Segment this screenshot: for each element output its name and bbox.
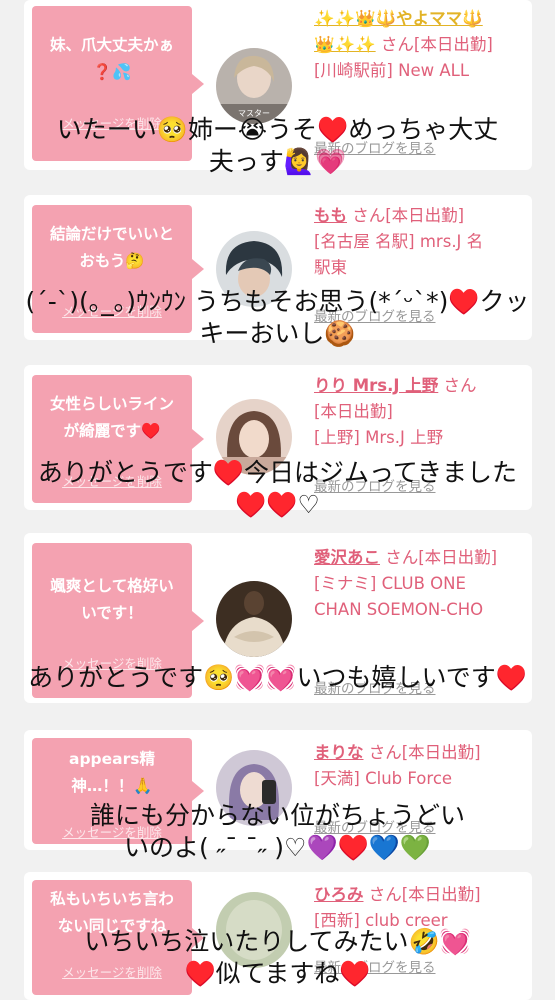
avatar[interactable] <box>216 581 292 657</box>
reply-caption: 誰にも分からない位がちょうどい いのよ( ˶ˉ ˉ˶ )♡💜♥️💙💚 <box>89 801 465 862</box>
reply-caption: ありがとうです🥺💓💓いつも嬉しいです♥️ <box>28 663 527 692</box>
reply-caption: いたーい🥺姉ー😭うそ♥️めっちゃ大丈 夫っす🙋‍♀️💗 <box>56 115 499 176</box>
cast-location: [ミナミ] CLUB ONE CHAN SOEMON-CHO <box>314 574 484 619</box>
cast-location: [上野] Mrs.J 上野 <box>314 428 444 447</box>
cast-status: さん[本日出勤] <box>368 743 481 762</box>
cast-status: さん[本日出勤] <box>380 35 493 54</box>
message-text: 結論だけでいいと おもう🤔 <box>49 225 174 270</box>
cast-status: さん[本日出勤] <box>352 206 465 225</box>
message-text: 妹、爪大丈夫かぁ ❓💦 <box>49 36 174 81</box>
reply-caption: いちいち泣いたりしてみたい🤣💓 ♥️似てますね♥️ <box>84 927 471 988</box>
cast-name-link[interactable]: りり Mrs.J 上野 <box>314 376 438 395</box>
cast-name-link[interactable]: まりな <box>314 743 364 762</box>
reply-caption: ありがとうです♥️今日はジムってきました ♥️♥️♡ <box>37 458 518 519</box>
message-text: appears精 神…！！🙏 <box>69 750 155 795</box>
cast-info: もも さん[本日出勤] [名古屋 名駅] mrs.J 名 駅東 <box>314 203 534 281</box>
cast-status: さん[本日出勤] <box>385 548 498 567</box>
cast-location: [名古屋 名駅] mrs.J 名 駅東 <box>314 232 484 277</box>
cast-status: さん[本日出勤] <box>368 885 481 904</box>
cast-info: りり Mrs.J 上野 さん [本日出勤] [上野] Mrs.J 上野 <box>314 373 534 451</box>
message-text: 女性らしいライン が綺麗です♥️ <box>49 395 174 440</box>
message-text: 颯爽として格好い いです！ <box>50 577 174 622</box>
cast-info: ✨✨👑🔱やよママ🔱 👑✨✨ さん[本日出勤] [川崎駅前] New ALL <box>314 6 534 84</box>
cast-location: [川崎駅前] New ALL <box>314 61 470 80</box>
cast-info: まりな さん[本日出勤] [天満] Club Force <box>314 740 534 792</box>
cast-name-link[interactable]: 愛沢あこ <box>314 548 380 567</box>
cast-name-link[interactable]: ひろみ <box>314 885 364 904</box>
cast-location: [天満] Club Force <box>314 769 453 788</box>
cast-name-link[interactable]: もも <box>314 206 347 225</box>
reply-caption: (ˊ-ˋ)(｡_｡)ｳﾝｳﾝ うちもそお思う(*ˊᵕˋ*)♥️クッ キーおいし🍪 <box>25 287 530 348</box>
avatar[interactable]: マスター <box>216 48 292 124</box>
cast-info: 愛沢あこ さん[本日出勤] [ミナミ] CLUB ONE CHAN SOEMON… <box>314 545 534 623</box>
